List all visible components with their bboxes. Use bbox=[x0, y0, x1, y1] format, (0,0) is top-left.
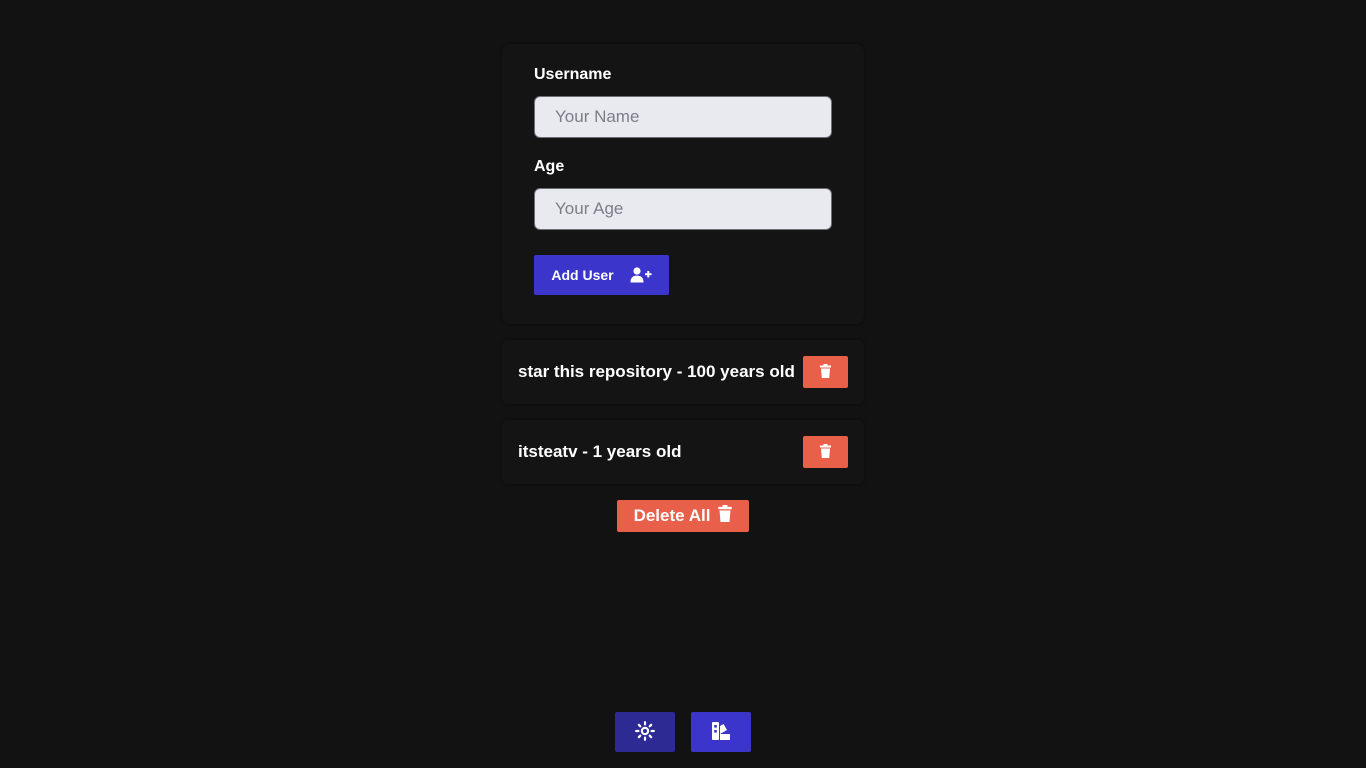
user-card: star this repository - 100 years old bbox=[502, 340, 864, 404]
user-entry-text: star this repository - 100 years old bbox=[518, 362, 795, 381]
age-input[interactable] bbox=[534, 188, 832, 230]
username-label: Username bbox=[534, 66, 612, 83]
trash-icon bbox=[820, 443, 831, 461]
delete-user-button[interactable] bbox=[803, 356, 848, 388]
trash-icon bbox=[718, 505, 733, 527]
add-user-form: Username Age Add User bbox=[502, 44, 864, 324]
sun-icon bbox=[635, 720, 655, 744]
user-plus-icon bbox=[630, 267, 652, 283]
user-card: itsteatv - 1 years old bbox=[502, 420, 864, 484]
username-input[interactable] bbox=[534, 96, 832, 138]
add-user-label: Add User bbox=[551, 267, 614, 283]
user-entry-text: itsteatv - 1 years old bbox=[518, 442, 682, 461]
app-root: Username Age Add User star this reposito… bbox=[0, 0, 1366, 768]
swatchbook-icon bbox=[711, 721, 731, 744]
theme-toggle-button[interactable] bbox=[615, 712, 675, 752]
delete-user-button[interactable] bbox=[803, 436, 848, 468]
delete-all-label: Delete All bbox=[633, 506, 711, 525]
trash-icon bbox=[820, 363, 831, 381]
color-theme-button[interactable] bbox=[691, 712, 751, 752]
age-label: Age bbox=[534, 158, 565, 175]
delete-all-button[interactable]: Delete All bbox=[617, 500, 749, 532]
add-user-button[interactable]: Add User bbox=[534, 255, 669, 295]
